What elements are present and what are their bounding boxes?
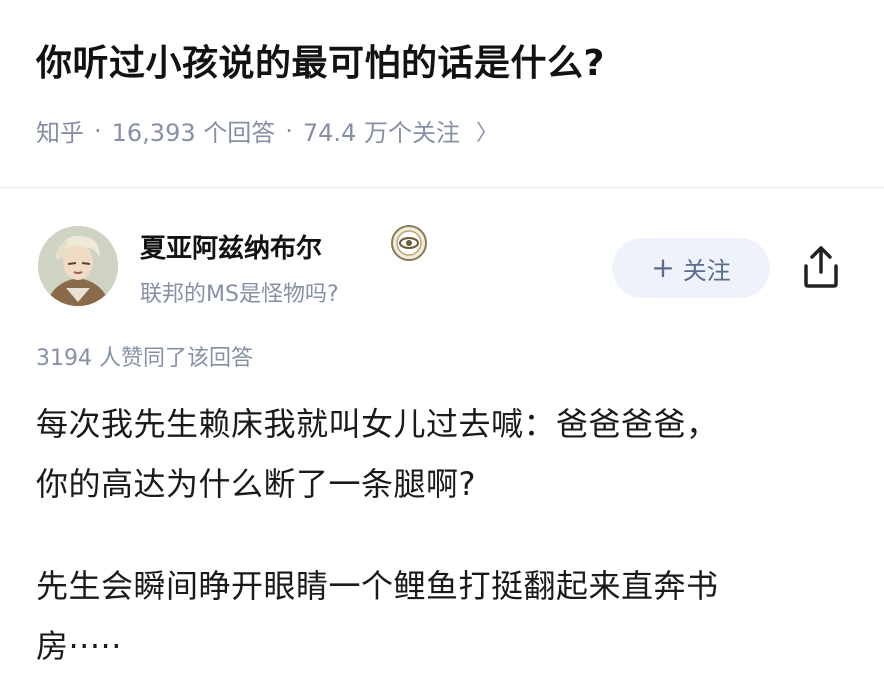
answer-line: 每次我先生赖床我就叫女儿过去喊：爸爸爸爸， [36, 405, 719, 443]
separator-dot: · [285, 116, 293, 145]
eye-badge-icon [390, 224, 428, 262]
answer-count: 16,393 个回答 [111, 119, 276, 147]
separator-dot: · [94, 116, 102, 145]
follower-count: 74.4 万个关注 [302, 119, 460, 147]
author-avatar[interactable] [38, 226, 118, 306]
plus-icon: + [651, 251, 675, 284]
zhihu-question-page: 你听过小孩说的最可怕的话是什么? 知乎 · 16,393 个回答 · 74.4 … [0, 0, 884, 696]
question-meta[interactable]: 知乎 · 16,393 个回答 · 74.4 万个关注 〉 [36, 113, 498, 148]
answer-line: 你的高达为什么断了一条腿啊? [36, 465, 476, 503]
follow-button[interactable]: + 关注 [612, 238, 770, 298]
section-divider [0, 186, 884, 189]
share-icon[interactable] [800, 244, 842, 290]
author-name[interactable]: 夏亚阿兹纳布尔 [140, 228, 322, 265]
vote-info: 3194 人赞同了该回答 [36, 346, 253, 371]
answer-line: 房····· [36, 627, 122, 665]
answer-line: 先生会瞬间睁开眼睛一个鲤鱼打挺翻起来直奔书 [36, 567, 719, 605]
author-headline: 联邦的MS是怪物吗? [140, 282, 339, 307]
chevron-right-icon[interactable]: 〉 [476, 115, 498, 147]
answer-paragraph: 每次我先生赖床我就叫女儿过去喊：爸爸爸爸， 你的高达为什么断了一条腿啊? [36, 394, 856, 514]
question-title[interactable]: 你听过小孩说的最可怕的话是什么? [36, 42, 605, 85]
answer-paragraph: 先生会瞬间睁开眼睛一个鲤鱼打挺翻起来直奔书 房····· [36, 556, 856, 676]
follow-label: 关注 [682, 256, 731, 285]
source-label: 知乎 [36, 119, 84, 147]
